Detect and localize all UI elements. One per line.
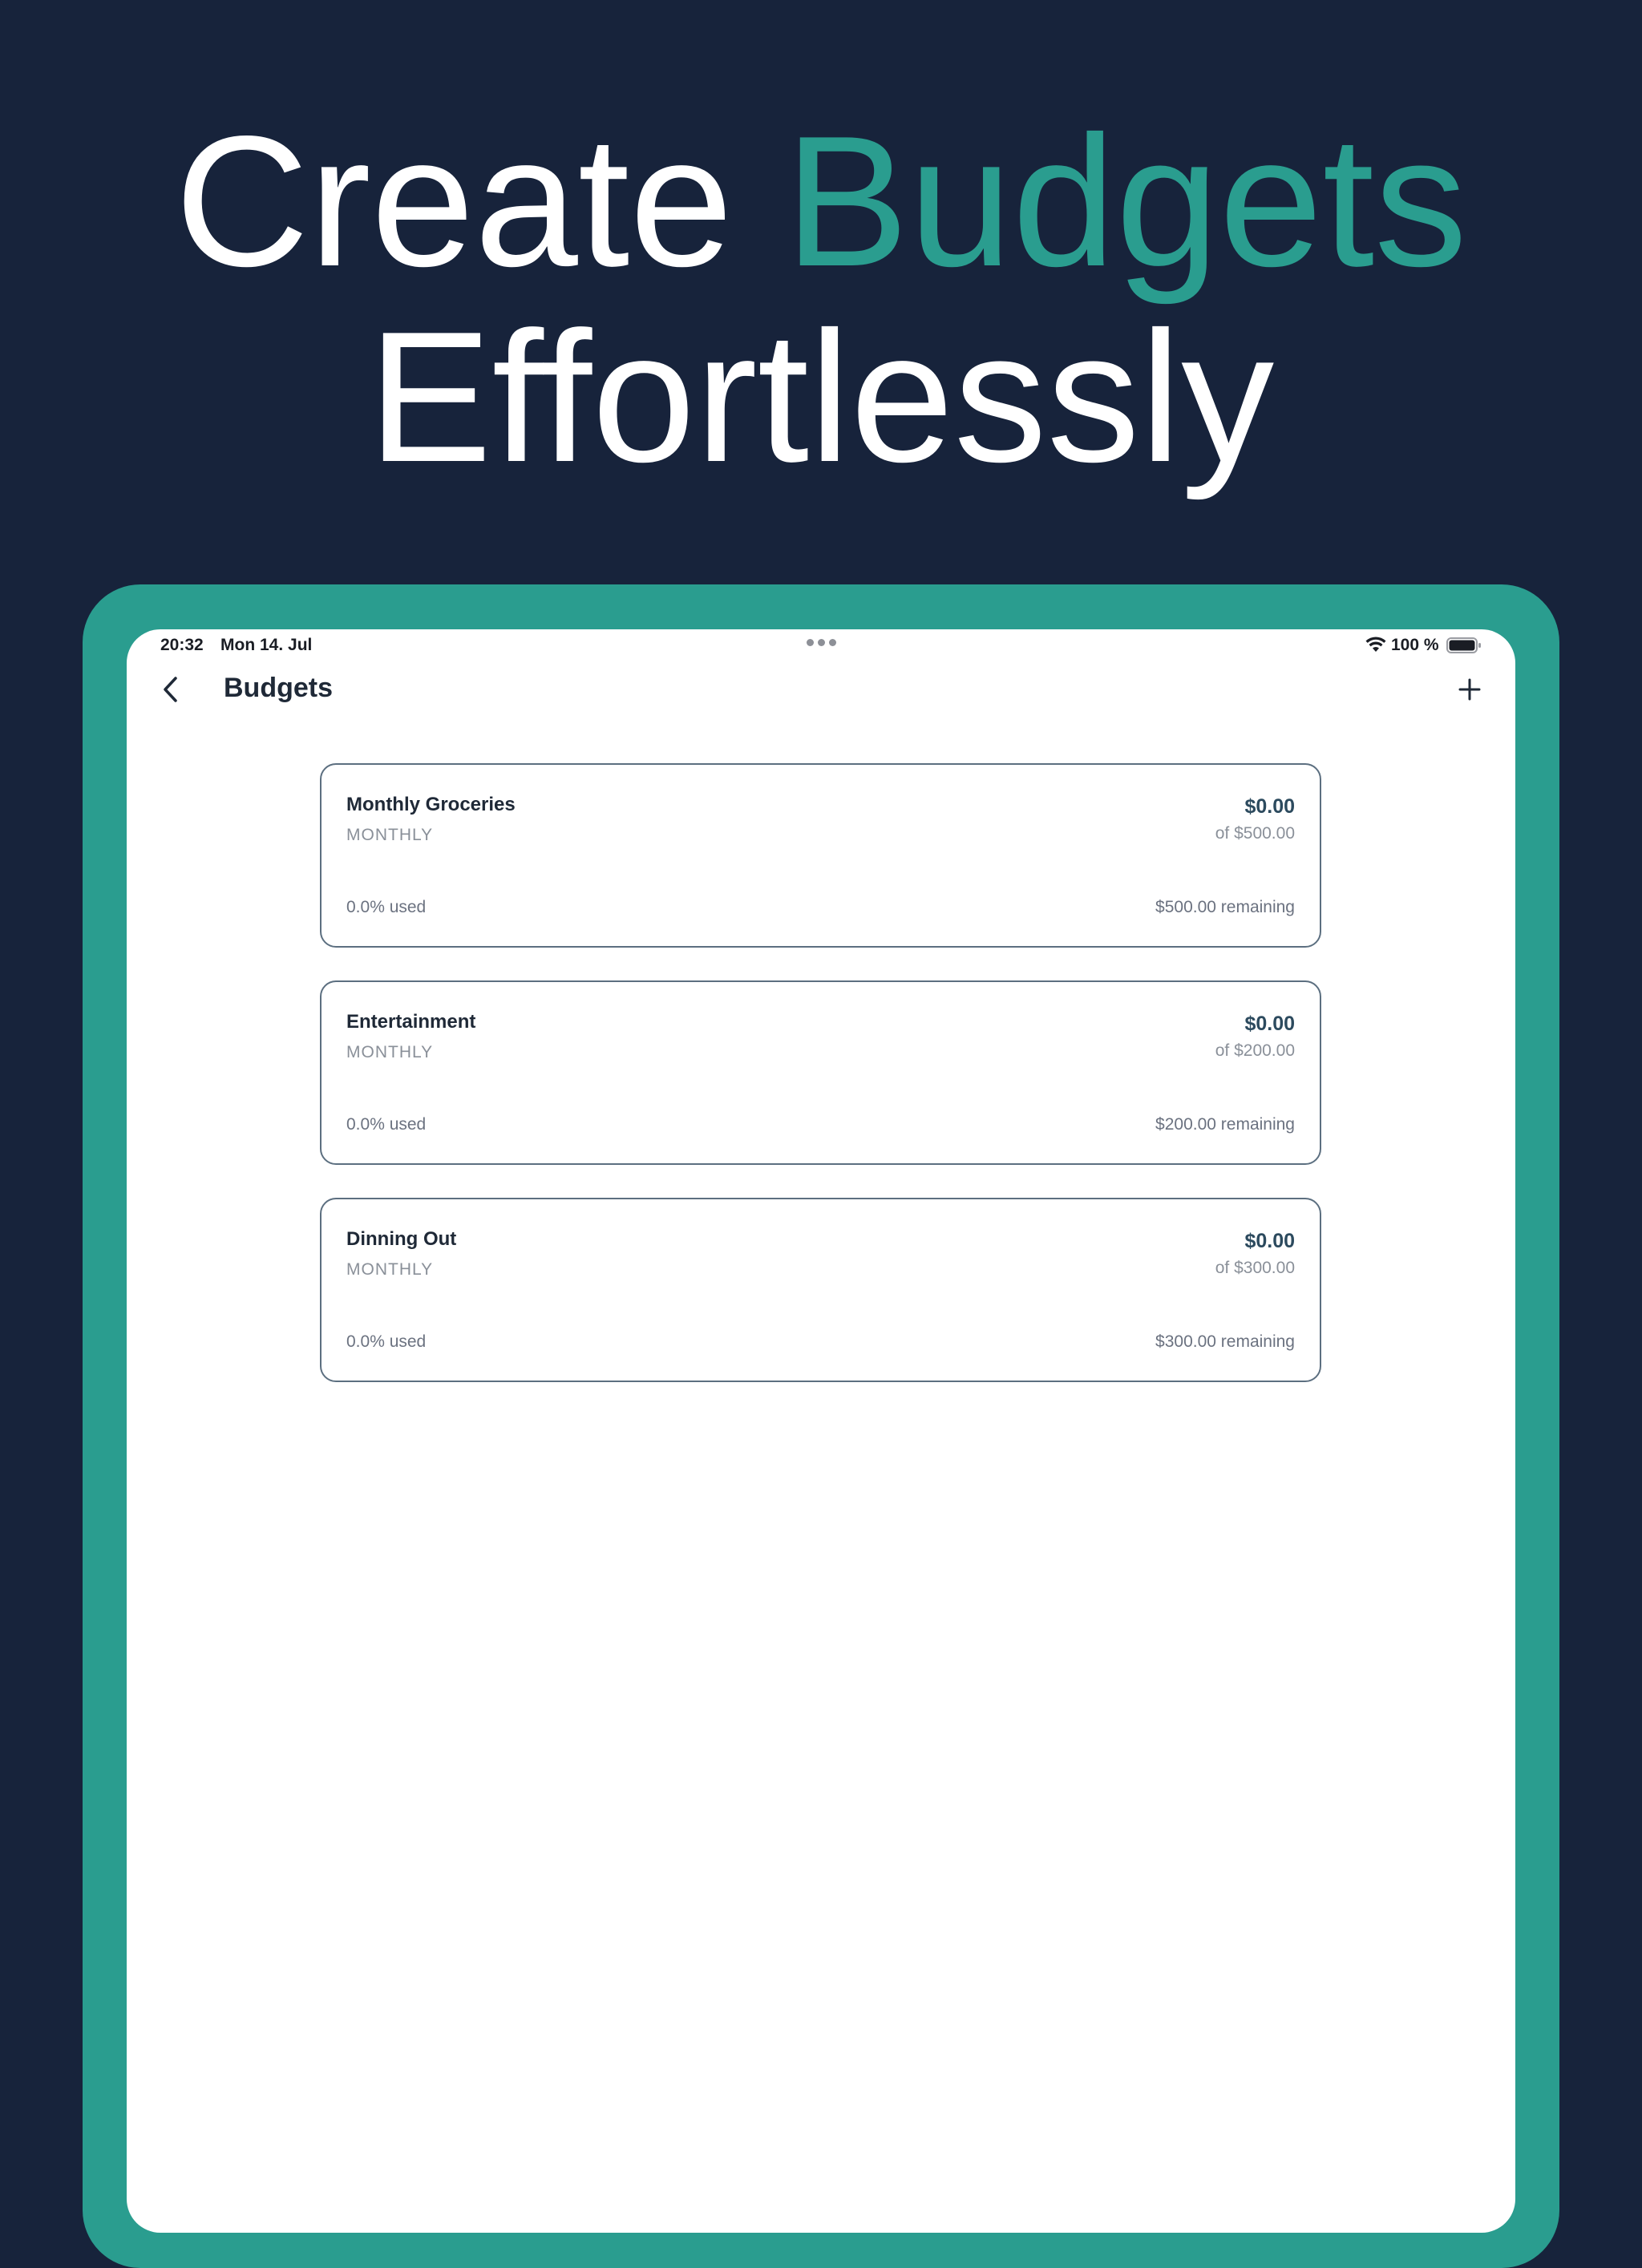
- budget-used: 0.0% used: [346, 1332, 427, 1351]
- budget-limit: of $200.00: [1215, 1041, 1295, 1060]
- budget-used: 0.0% used: [346, 1115, 427, 1134]
- budget-period: MONTHLY: [346, 1043, 434, 1061]
- budget-remaining: $500.00 remaining: [1155, 898, 1295, 916]
- budget-period: MONTHLY: [346, 826, 434, 844]
- budget-remaining: $200.00 remaining: [1155, 1115, 1295, 1134]
- page-title: Budgets: [224, 673, 333, 703]
- battery-percentage: 100 %: [1391, 636, 1439, 654]
- status-bar: 20:32 Mon 14. Jul 100 %: [127, 629, 1515, 661]
- budget-spent: $0.00: [1244, 1013, 1295, 1035]
- budget-limit: of $500.00: [1215, 824, 1295, 843]
- app-screen: 20:32 Mon 14. Jul 100 % Budgets Monthly …: [127, 629, 1515, 2233]
- headline-line-1: Create Budgets: [0, 109, 1642, 295]
- wifi-icon: [1365, 637, 1386, 652]
- chevron-left-icon[interactable]: [151, 669, 191, 710]
- status-time: 20:32: [160, 636, 204, 654]
- headline-line-2: Effortlessly: [367, 293, 1275, 501]
- budget-name: Monthly Groceries: [346, 794, 516, 815]
- budget-name: Dinning Out: [346, 1228, 457, 1250]
- budget-period: MONTHLY: [346, 1260, 434, 1279]
- budget-name: Entertainment: [346, 1011, 476, 1033]
- plus-icon[interactable]: [1450, 669, 1490, 710]
- headline-budgets: Budgets: [784, 98, 1468, 305]
- budget-card-dinning-out[interactable]: Dinning Out MONTHLY $0.00 of $300.00 0.0…: [320, 1198, 1321, 1382]
- budget-card-entertainment[interactable]: Entertainment MONTHLY $0.00 of $200.00 0…: [320, 980, 1321, 1165]
- budget-remaining: $300.00 remaining: [1155, 1332, 1295, 1351]
- budget-card-monthly-groceries[interactable]: Monthly Groceries MONTHLY $0.00 of $500.…: [320, 763, 1321, 948]
- headline-create: Create: [174, 98, 785, 305]
- budget-spent: $0.00: [1244, 795, 1295, 818]
- budget-list: Monthly Groceries MONTHLY $0.00 of $500.…: [320, 763, 1321, 1415]
- navigation-bar: Budgets: [127, 661, 1515, 734]
- budget-limit: of $300.00: [1215, 1259, 1295, 1277]
- budget-used: 0.0% used: [346, 898, 427, 916]
- budget-spent: $0.00: [1244, 1230, 1295, 1252]
- battery-icon: [1446, 637, 1481, 653]
- status-date: Mon 14. Jul: [220, 636, 313, 654]
- multitasking-dots-icon[interactable]: [807, 639, 836, 646]
